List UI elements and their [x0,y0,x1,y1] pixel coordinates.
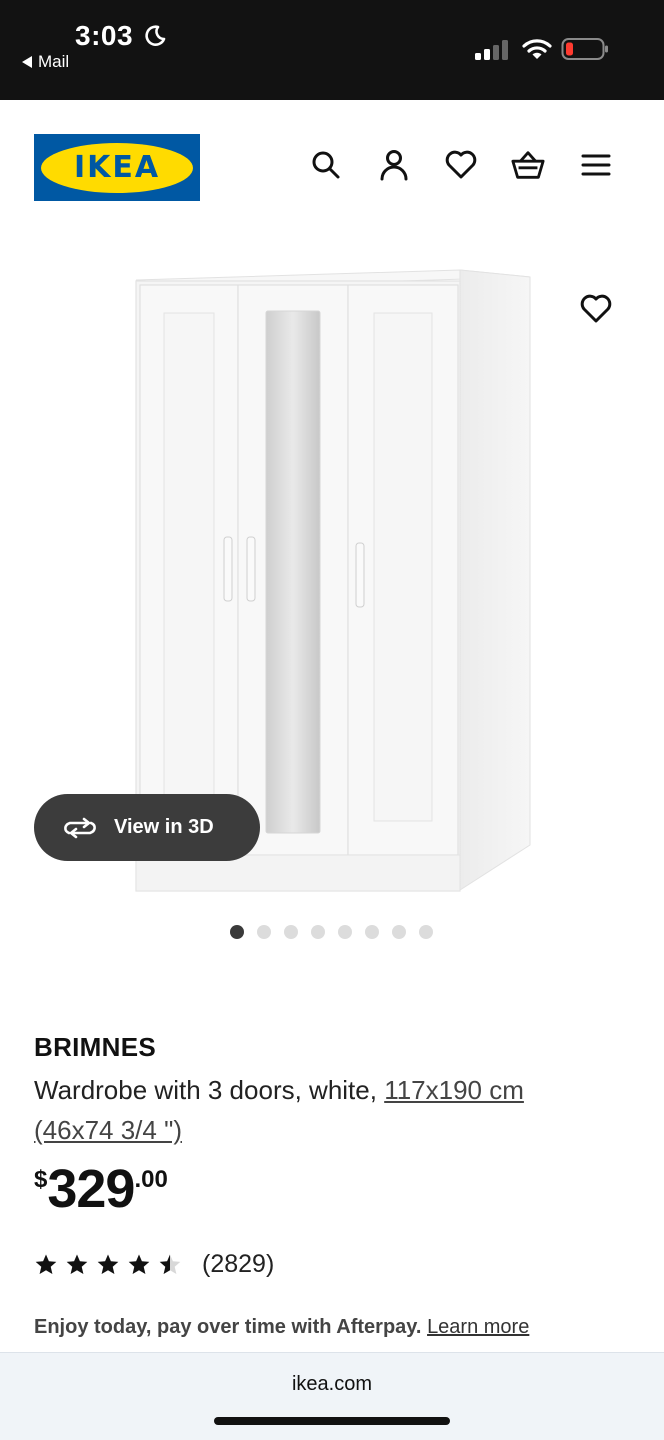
save-to-favourites-button[interactable] [577,290,615,328]
gallery-dot[interactable] [284,925,298,939]
wifi-icon [522,39,552,59]
gallery-dot[interactable] [230,925,244,939]
home-indicator[interactable] [214,1417,450,1425]
star-full-icon [97,1254,119,1274]
back-to-mail-button[interactable]: Mail [22,52,69,72]
product-gallery[interactable]: View in 3D [0,230,664,950]
review-count: (2829) [202,1250,275,1278]
price-currency: $ [34,1166,48,1193]
gallery-dot[interactable] [338,925,352,939]
dimensions-link-cm[interactable]: 117x190 cm [384,1075,524,1105]
cellular-signal-icon [475,40,508,60]
rotate-3d-icon [64,817,96,838]
gallery-dot[interactable] [419,925,433,939]
gallery-pagination [230,925,433,939]
star-full-icon [35,1254,57,1274]
price-integer: 329 [47,1159,135,1219]
status-bar: 3:03 Mail [0,0,664,100]
account-icon[interactable] [377,148,411,182]
gallery-dot[interactable] [311,925,325,939]
moon-icon [145,25,166,46]
back-app-label: Mail [38,52,70,71]
star-full-icon [66,1254,88,1274]
ikea-logo[interactable]: IKEA [34,134,200,201]
gallery-dot[interactable] [257,925,271,939]
battery-low-icon [561,38,608,60]
status-time: 3:03 [75,20,134,51]
afterpay-promo: Enjoy today, pay over time with Afterpay… [34,1316,529,1339]
view-in-3d-button[interactable]: View in 3D [34,794,260,861]
gallery-dot[interactable] [365,925,379,939]
menu-icon[interactable] [579,148,613,182]
product-description: Wardrobe with 3 doors, white, 117x190 cm… [34,1070,624,1150]
url-text: ikea.com [291,1373,373,1395]
gallery-dot[interactable] [392,925,406,939]
star-half-icon [159,1254,181,1274]
site-header: IKEA [0,100,664,230]
logo-oval: IKEA [41,142,193,193]
logo-text: IKEA [73,150,161,185]
product-price: $ 329 .00 [34,1160,168,1218]
learn-more-link[interactable]: Learn more [427,1316,529,1338]
product-name: BRIMNES [34,1032,156,1062]
price-decimal: .00 [134,1166,168,1193]
description-prefix: Wardrobe with 3 doors, white, [34,1075,385,1105]
basket-icon[interactable] [511,148,545,182]
heart-outline-icon [580,294,612,323]
search-icon[interactable] [309,148,343,182]
rating-stars [34,1253,182,1277]
heart-icon[interactable] [444,148,478,182]
back-arrow-icon [22,56,32,68]
browser-address-bar[interactable]: ikea.com [0,1352,664,1440]
view-in-3d-label: View in 3D [114,816,214,838]
star-full-icon [128,1254,150,1274]
afterpay-text: Enjoy today, pay over time with Afterpay… [34,1316,422,1338]
product-rating[interactable]: (2829) [34,1250,274,1279]
dimensions-link-in[interactable]: (46x74 3/4 ") [34,1115,182,1145]
